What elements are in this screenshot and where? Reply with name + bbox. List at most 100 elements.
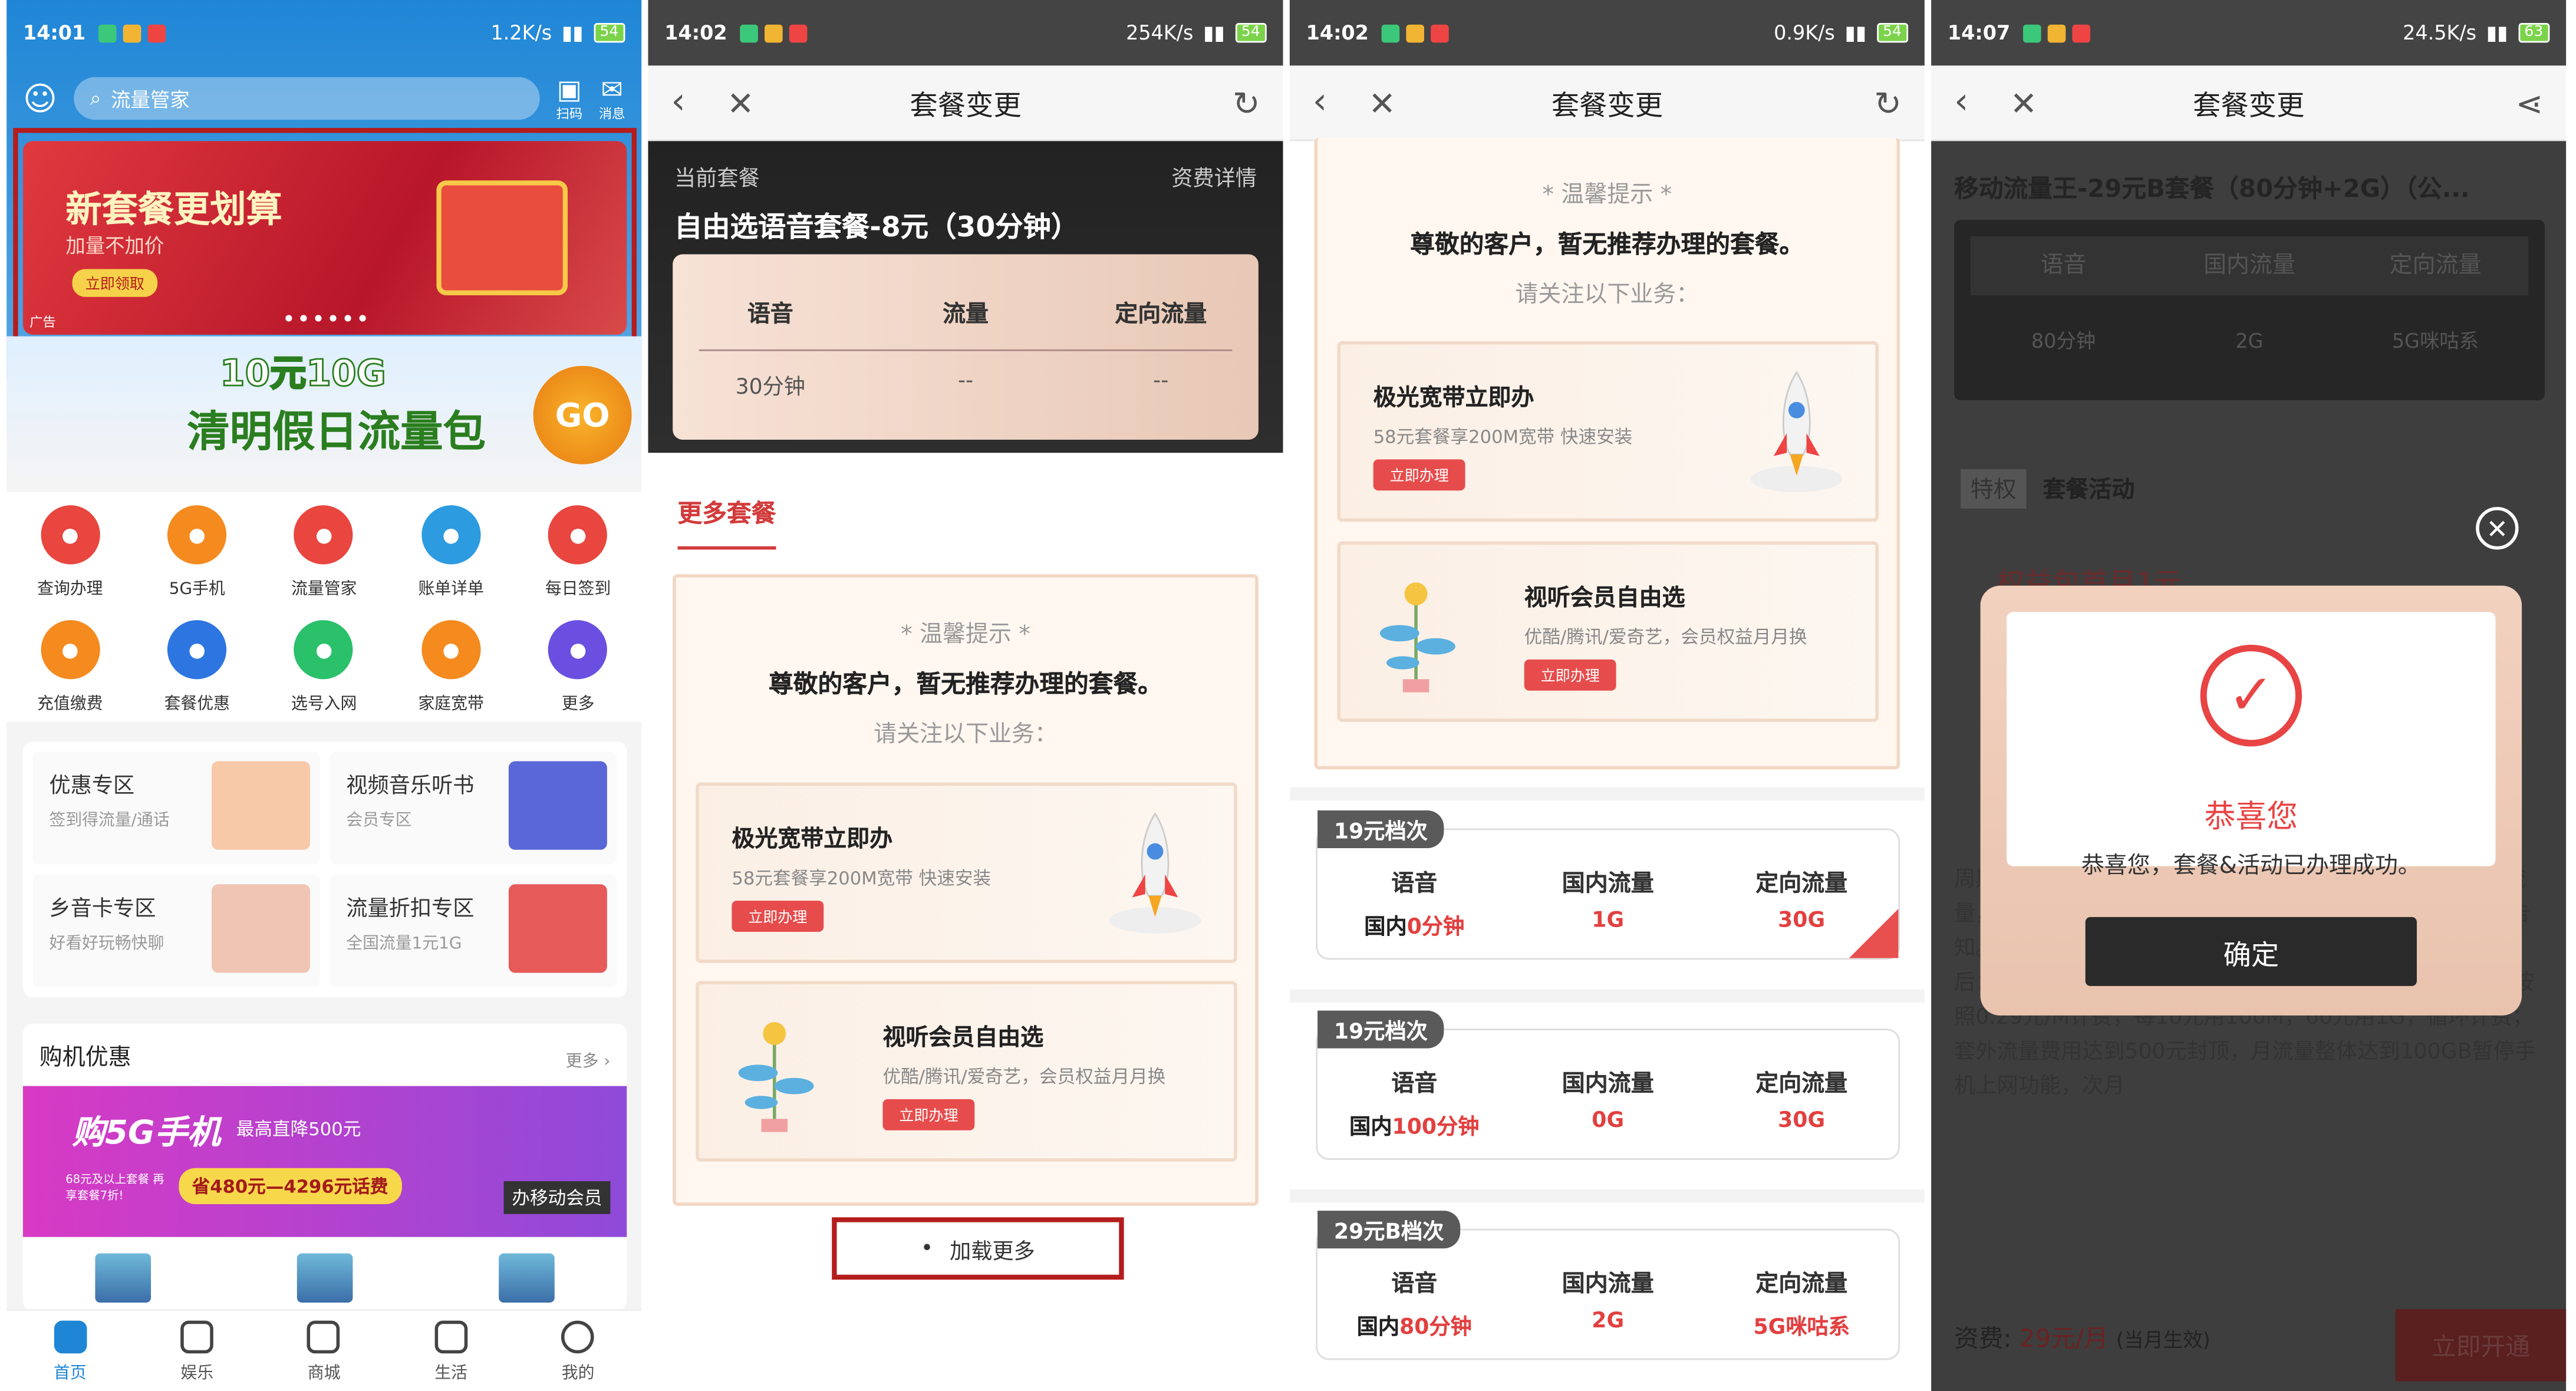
notification-icons [2023, 24, 2091, 42]
page-title: 套餐变更 [910, 90, 1022, 123]
phone-thumb[interactable] [297, 1253, 353, 1303]
message-button[interactable]: ✉ 消息 [599, 74, 625, 123]
value-prefix: 国内 [1349, 1115, 1392, 1141]
back-icon[interactable]: ‹ [1954, 82, 1969, 123]
refresh-icon[interactable]: ↻ [1233, 83, 1260, 123]
service-grid-item[interactable]: ● 更多 [515, 620, 641, 735]
value-cell: 5G咪咕系 [1753, 1316, 1850, 1341]
shop-section: 购机优惠 更多 › 购5G手机 最高直降500元 68元及以上套餐 再享套餐7折… [22, 1023, 627, 1311]
service-grid-item[interactable]: ● 家庭宽带 [387, 620, 514, 735]
status-time: 14:02 [1306, 21, 1369, 45]
service-card-video[interactable]: 视听会员自由选 优酷/腾讯/爱奇艺，会员权益月月换 立即办理 [696, 981, 1237, 1162]
search-placeholder: 流量管家 [111, 87, 190, 111]
price-value: 29元/月 [2019, 1324, 2109, 1354]
plan-name: 移动流量王-29元B套餐（80分钟+2G）（公... [1954, 174, 2470, 204]
user-icon[interactable]: ☺ [23, 79, 57, 118]
plan-change-screen: 14:02 254K/s ▮▮ 54 ‹ ✕ 套餐变更 ↻ 当前套餐 资费详情 自由… [648, 0, 1283, 1391]
scan-button[interactable]: ▣ 扫码 [556, 74, 583, 123]
service-grid-item[interactable]: ● 查询办理 [6, 505, 133, 620]
back-icon[interactable]: ‹ [1313, 82, 1327, 123]
modal-body: ✓ 恭喜您 恭喜您，套餐&活动已办理成功。 [2007, 612, 2496, 879]
service-label: 流量管家 [291, 581, 357, 599]
service-apply-button[interactable]: 立即办理 [1524, 659, 1616, 691]
load-more-button[interactable]: • 加载更多 [832, 1217, 1124, 1280]
5g-phone-banner[interactable]: 购5G手机 最高直降500元 68元及以上套餐 再享套餐7折! 省480元—42… [22, 1086, 627, 1237]
success-modal: ✓ 恭喜您 恭喜您，套餐&活动已办理成功。 确定 [1980, 585, 2522, 1016]
bottom-tabbar: 首页 娱乐 商城 生活 我的 [6, 1309, 642, 1391]
scan-label: 扫码 [556, 106, 583, 121]
traffic-promo-banner[interactable]: 10元10G 清明假日流量包 GO [6, 336, 642, 484]
share-icon[interactable]: ⋖ [2516, 83, 2544, 123]
shop-banner-save: 省480元—4296元话费 [179, 1168, 401, 1205]
tab-home[interactable]: 首页 [6, 1311, 133, 1391]
service-apply-button[interactable]: 立即办理 [882, 1099, 975, 1130]
phone-thumb[interactable] [498, 1253, 554, 1303]
refresh-icon[interactable]: ↻ [1874, 83, 1902, 123]
service-grid-item[interactable]: ● 选号入网 [261, 620, 387, 735]
service-grid-item[interactable]: ● 充值缴费 [6, 620, 133, 735]
plan-option[interactable]: 19元档次 语音 国内流量 定向流量 国内100分钟 0G 30G [1316, 1010, 1900, 1160]
plan-option[interactable]: 29元B档次 语音 国内流量 定向流量 国内80分钟 2G 5G咪咕系 [1316, 1211, 1900, 1360]
tab-mall[interactable]: 商城 [261, 1311, 387, 1391]
service-icon: ● [421, 620, 481, 680]
service-card-video[interactable]: 视听会员自由选 优酷/腾讯/爱奇艺，会员权益月月换 立即办理 [1337, 541, 1879, 722]
plan-headers: 语音 国内流量 定向流量 [1317, 1267, 1898, 1300]
close-icon[interactable]: ✕ [2010, 83, 2038, 123]
notification-icons [98, 24, 166, 42]
notification-icons [740, 24, 808, 42]
fee-detail-link[interactable]: 资费详情 [1171, 161, 1257, 192]
header-cell: 国内流量 [1562, 1271, 1654, 1298]
service-grid-item[interactable]: ● 套餐优惠 [134, 620, 261, 735]
close-icon[interactable]: ✕ [727, 83, 755, 123]
tab-mine[interactable]: 我的 [515, 1311, 641, 1391]
service-grid-item[interactable]: ● 账单详单 [387, 505, 514, 620]
service-apply-button[interactable]: 立即办理 [732, 901, 824, 932]
zone-card[interactable]: 优惠专区 签到得流量/通话 [32, 751, 320, 865]
confirm-button[interactable]: 确定 [2085, 917, 2417, 986]
plan-tag: 19元档次 [1317, 1010, 1444, 1049]
plan-tag: 19元档次 [1317, 810, 1444, 849]
tab-life[interactable]: 生活 [387, 1311, 514, 1391]
phone-thumb[interactable] [95, 1253, 151, 1303]
plan-option[interactable]: 19元档次 语音 国内流量 定向流量 国内0分钟 1G 30G [1316, 810, 1900, 960]
tab-label: 首页 [53, 1364, 87, 1383]
shop-banner-title: 购5G手机 [72, 1112, 220, 1152]
tab-more-plans[interactable]: 更多套餐 [677, 496, 776, 550]
battery-icon: 54 [1234, 22, 1267, 43]
signal-icon: ▮▮ [1203, 21, 1225, 45]
message-label: 消息 [598, 106, 625, 121]
promo-go-button[interactable]: GO [533, 365, 632, 464]
status-right: 0.9K/s ▮▮ 54 [1774, 21, 1909, 44]
service-apply-button[interactable]: 立即办理 [1373, 459, 1465, 491]
modal-close-icon[interactable]: ✕ [2476, 507, 2519, 550]
tips-star: * 温馨提示 * [1542, 182, 1672, 209]
divider [699, 349, 1233, 351]
service-grid-item[interactable]: ● 流量管家 [261, 505, 387, 620]
value-cell: 2G [1592, 1309, 1625, 1334]
shop-more-link[interactable]: 更多 › [566, 1047, 611, 1072]
back-icon[interactable]: ‹ [671, 82, 686, 123]
play-icon [180, 1320, 214, 1353]
search-row: ☺ ⌕ 流量管家 ▣ 扫码 ✉ 消息 [6, 65, 641, 131]
status-right: 1.2K/s ▮▮ 54 [490, 21, 625, 44]
tab-label: 生活 [434, 1364, 467, 1383]
promo-top-text: 10元10G [219, 354, 387, 396]
search-input[interactable]: ⌕ 流量管家 [73, 77, 540, 120]
tab-label: 我的 [561, 1364, 595, 1383]
zone-card[interactable]: 乡音卡专区 好看好玩畅快聊 [32, 874, 320, 988]
service-icon: ● [548, 505, 608, 565]
scan-icon: ▣ [556, 74, 582, 106]
zone-card[interactable]: 流量折扣专区 全国流量1元1G [330, 874, 617, 988]
open-now-button[interactable]: 立即开通 [2395, 1309, 2567, 1382]
service-grid-item[interactable]: ● 每日签到 [515, 505, 641, 620]
service-card-broadband[interactable]: 极光宽带立即办 58元套餐享200M宽带 快速安装 立即办理 [1337, 341, 1879, 522]
close-icon[interactable]: ✕ [1368, 83, 1396, 123]
zone-card[interactable]: 视频音乐听书 会员专区 [330, 751, 617, 865]
service-grid-item[interactable]: ● 5G手机 [134, 505, 261, 620]
tab-entertainment[interactable]: 娱乐 [134, 1311, 261, 1391]
service-card-broadband[interactable]: 极光宽带立即办 58元套餐享200M宽带 快速安装 立即办理 [696, 782, 1237, 963]
tips-message: 尊敬的客户，暂无推荐办理的套餐。 [1410, 229, 1804, 259]
zone-image [212, 884, 311, 973]
nav-bar: ‹ ✕ 套餐变更 ↻ [648, 65, 1283, 141]
person-icon [561, 1320, 595, 1353]
